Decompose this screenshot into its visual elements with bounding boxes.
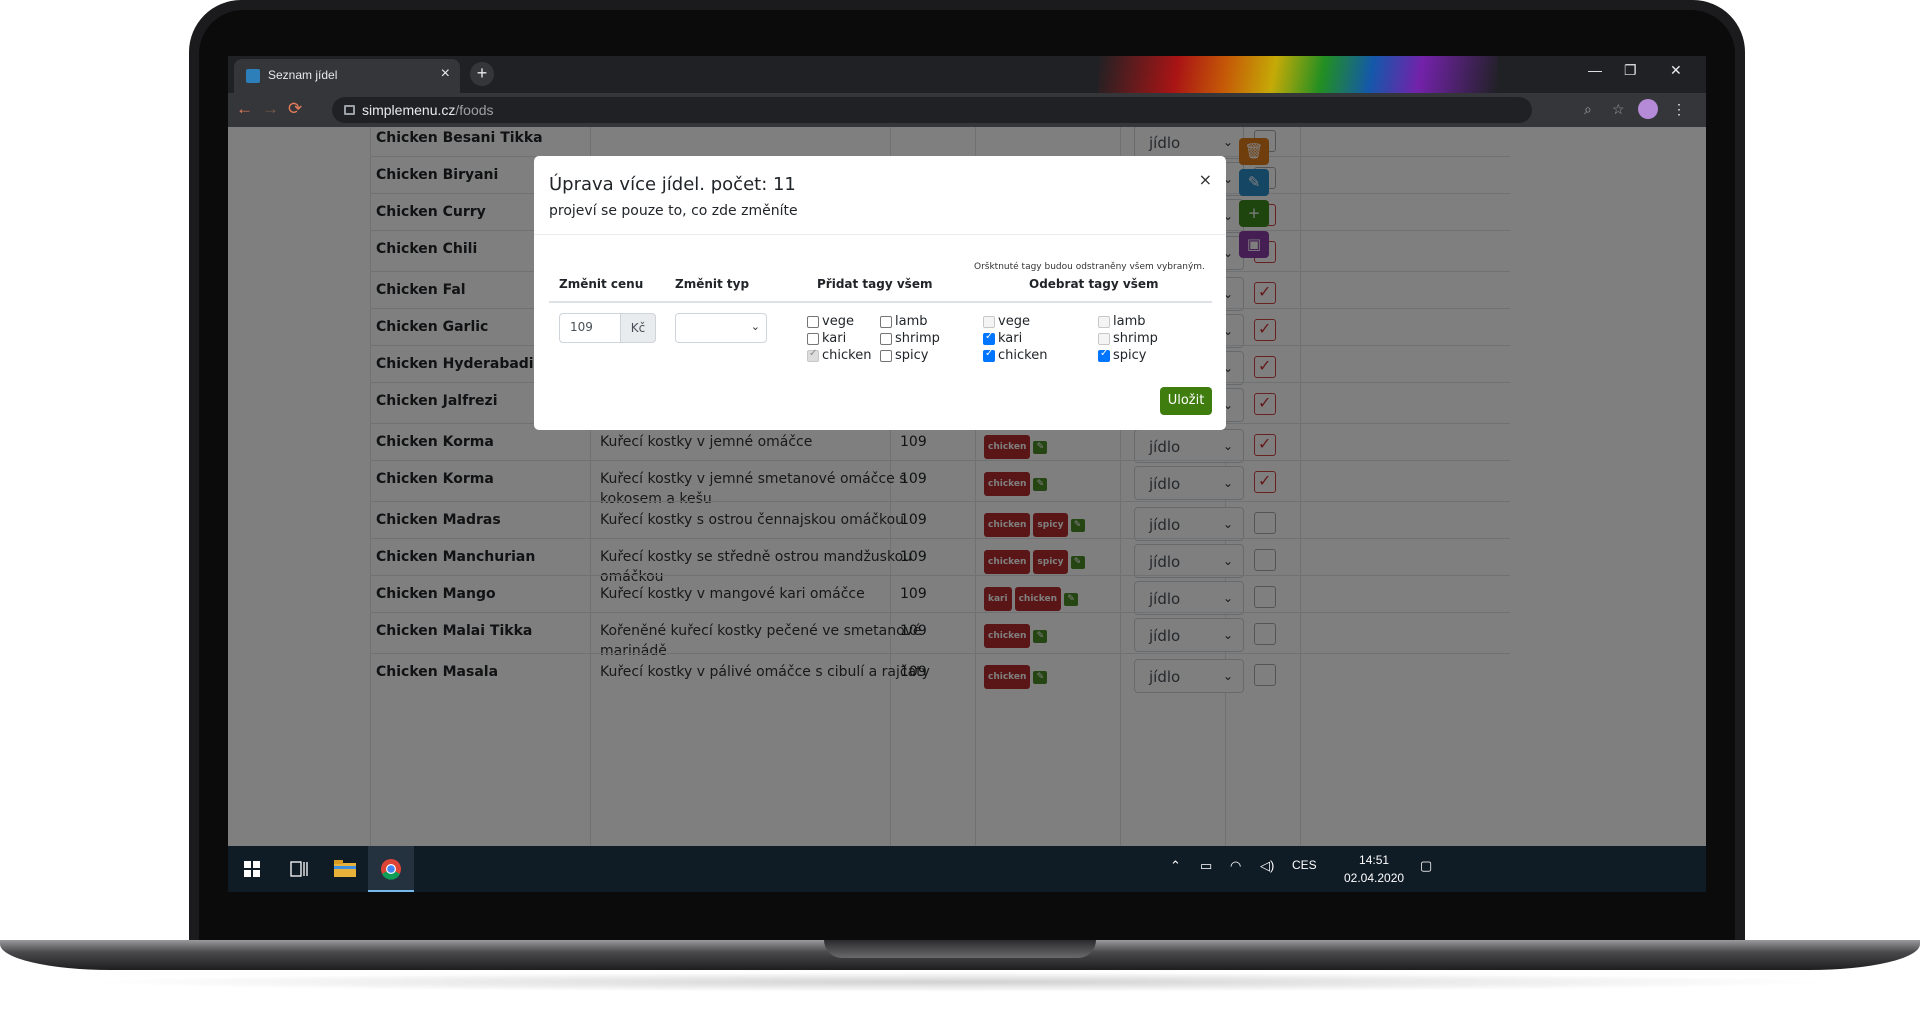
tag-label: chicken [822,348,872,363]
start-button[interactable] [228,846,276,892]
checkbox-icon [1098,316,1110,328]
price-input[interactable]: 109 [559,313,620,343]
checkbox-icon [983,348,995,362]
checkbox-icon [880,333,892,345]
browser-toolbar: ← → ⟳ simplemenu.cz/foods ⌕ ☆ ⋮ [228,93,1706,127]
url-text: simplemenu.cz/foods [362,102,494,118]
reload-icon[interactable]: ⟳ [288,99,302,119]
checkbox-icon [880,316,892,328]
modal-title: Úprava více jídel. počet: 11 [549,174,796,195]
tag-label: lamb [1113,314,1146,329]
tag-label: chicken [998,348,1048,363]
show-hidden-icons[interactable]: ⌃ [1170,858,1181,874]
restore-icon[interactable]: ❐ [1624,62,1637,79]
task-view-icon [290,861,308,877]
browser-tabbar: Seznam jídel × + — ❐ ✕ [228,56,1706,93]
type-select[interactable]: ⌄ [675,313,767,343]
screen: Seznam jídel × + — ❐ ✕ ← → ⟳ simplemenu.… [228,56,1706,892]
chrome-taskbar-button[interactable] [368,846,414,892]
site-favicon-icon [246,69,260,83]
save-button[interactable]: Uložit [1160,387,1212,415]
window-close-icon[interactable]: ✕ [1670,62,1682,79]
type-header: Změnit typ [675,277,750,291]
add-tags-header: Přidat tagy všem [817,277,933,291]
minimize-icon[interactable]: — [1588,62,1602,78]
chevron-down-icon: ⌄ [750,320,760,333]
lock-icon [344,105,355,115]
tag-label: lamb [895,314,928,329]
browser-tab[interactable]: Seznam jídel × [234,59,460,93]
address-bar[interactable]: simplemenu.cz/foods [332,97,1532,123]
bulk-edit-modal: Úprava více jídel. počet: 11 projeví se … [534,156,1226,430]
laptop-notch [824,940,1096,958]
profile-avatar[interactable] [1638,99,1658,119]
tag-label: vege [998,314,1030,329]
tag-label: spicy [1113,348,1147,363]
task-view-button[interactable] [276,846,322,892]
windows-taskbar: ⌃ ▭ ◠ ◁) CES 14:51 02.04.2020 ▢ [228,846,1706,892]
tag-label: vege [822,314,854,329]
tag-label: spicy [895,348,929,363]
tab-close-icon[interactable]: × [441,65,450,83]
new-tab-button[interactable]: + [470,62,494,86]
tag-label: kari [822,331,847,346]
volume-icon[interactable]: ◁) [1260,858,1274,874]
modal-close-icon[interactable]: × [1199,170,1212,189]
modal-subtitle: projeví se pouze to, co zde změníte [549,203,798,219]
tag-label: shrimp [1113,331,1158,346]
notifications-icon[interactable]: ▢ [1420,858,1432,874]
zoom-icon[interactable]: ⌕ [1584,101,1592,118]
back-icon[interactable]: ← [236,99,253,119]
wifi-icon[interactable]: ◠ [1230,858,1241,874]
checkbox-icon [1098,348,1110,362]
browser-menu-icon[interactable]: ⋮ [1672,101,1686,118]
checkbox-icon [807,333,819,345]
checkbox-icon [983,331,995,345]
checkbox-icon [807,348,819,362]
file-explorer-button[interactable] [322,846,368,892]
tag-label: kari [998,331,1023,346]
checkbox-icon [1098,333,1110,345]
battery-icon[interactable]: ▭ [1200,858,1212,874]
remove-tags-header: Odebrat tagy všem [1029,277,1159,291]
checkbox-icon [880,350,892,362]
remove-tags-note: Oršktnuté tagy budou odstraněny všem vyb… [974,262,1205,272]
clock[interactable]: 14:51 02.04.2020 [1344,851,1404,887]
windows-logo-icon [244,861,260,877]
tag-label: shrimp [895,331,940,346]
bookmark-star-icon[interactable]: ☆ [1612,101,1625,118]
price-unit: Kč [620,313,656,343]
input-language[interactable]: CES [1292,858,1317,872]
folder-icon [334,860,356,877]
tab-title: Seznam jídel [268,68,338,82]
checkbox-icon [807,316,819,328]
price-header: Změnit cenu [559,277,644,291]
forward-icon[interactable]: → [262,99,279,119]
chrome-icon [381,859,401,880]
checkbox-icon [983,316,995,328]
